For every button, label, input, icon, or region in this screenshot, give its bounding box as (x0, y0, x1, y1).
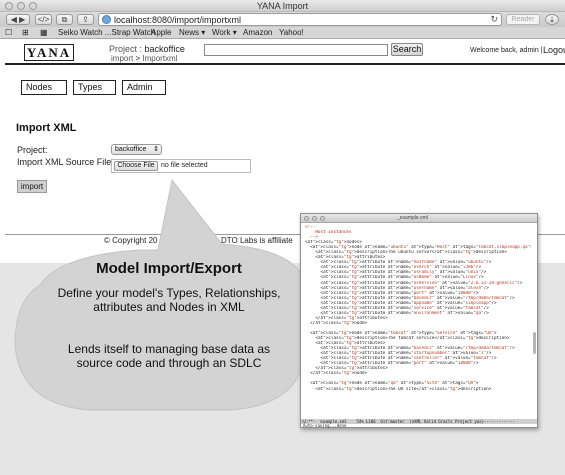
editor-titlebar: _example.xml (301, 214, 537, 223)
editor-minibuffer: Auto-saving...done (303, 423, 347, 428)
editor-minimize-button[interactable] (312, 216, 317, 221)
editor-filename: _example.xml (397, 215, 428, 221)
editor-zoom-button[interactable] (320, 216, 325, 221)
editor-scrollbar[interactable] (533, 332, 536, 354)
editor-close-button[interactable] (304, 216, 309, 221)
editor-code[interactable]: <!-- Host Instances --> <at">class="tg">n… (305, 225, 531, 392)
callout-title: Model Import/Export (96, 260, 242, 277)
xml-editor-window: _example.xml <!-- Host Instances --> <at"… (300, 213, 538, 428)
callout-paragraph: Lends itself to managing base data as so… (67, 342, 271, 370)
code-line: <at">class="tg">description>The QA site<… (305, 386, 492, 392)
callout-paragraph: Define your model's Types, Relationships… (57, 286, 281, 314)
